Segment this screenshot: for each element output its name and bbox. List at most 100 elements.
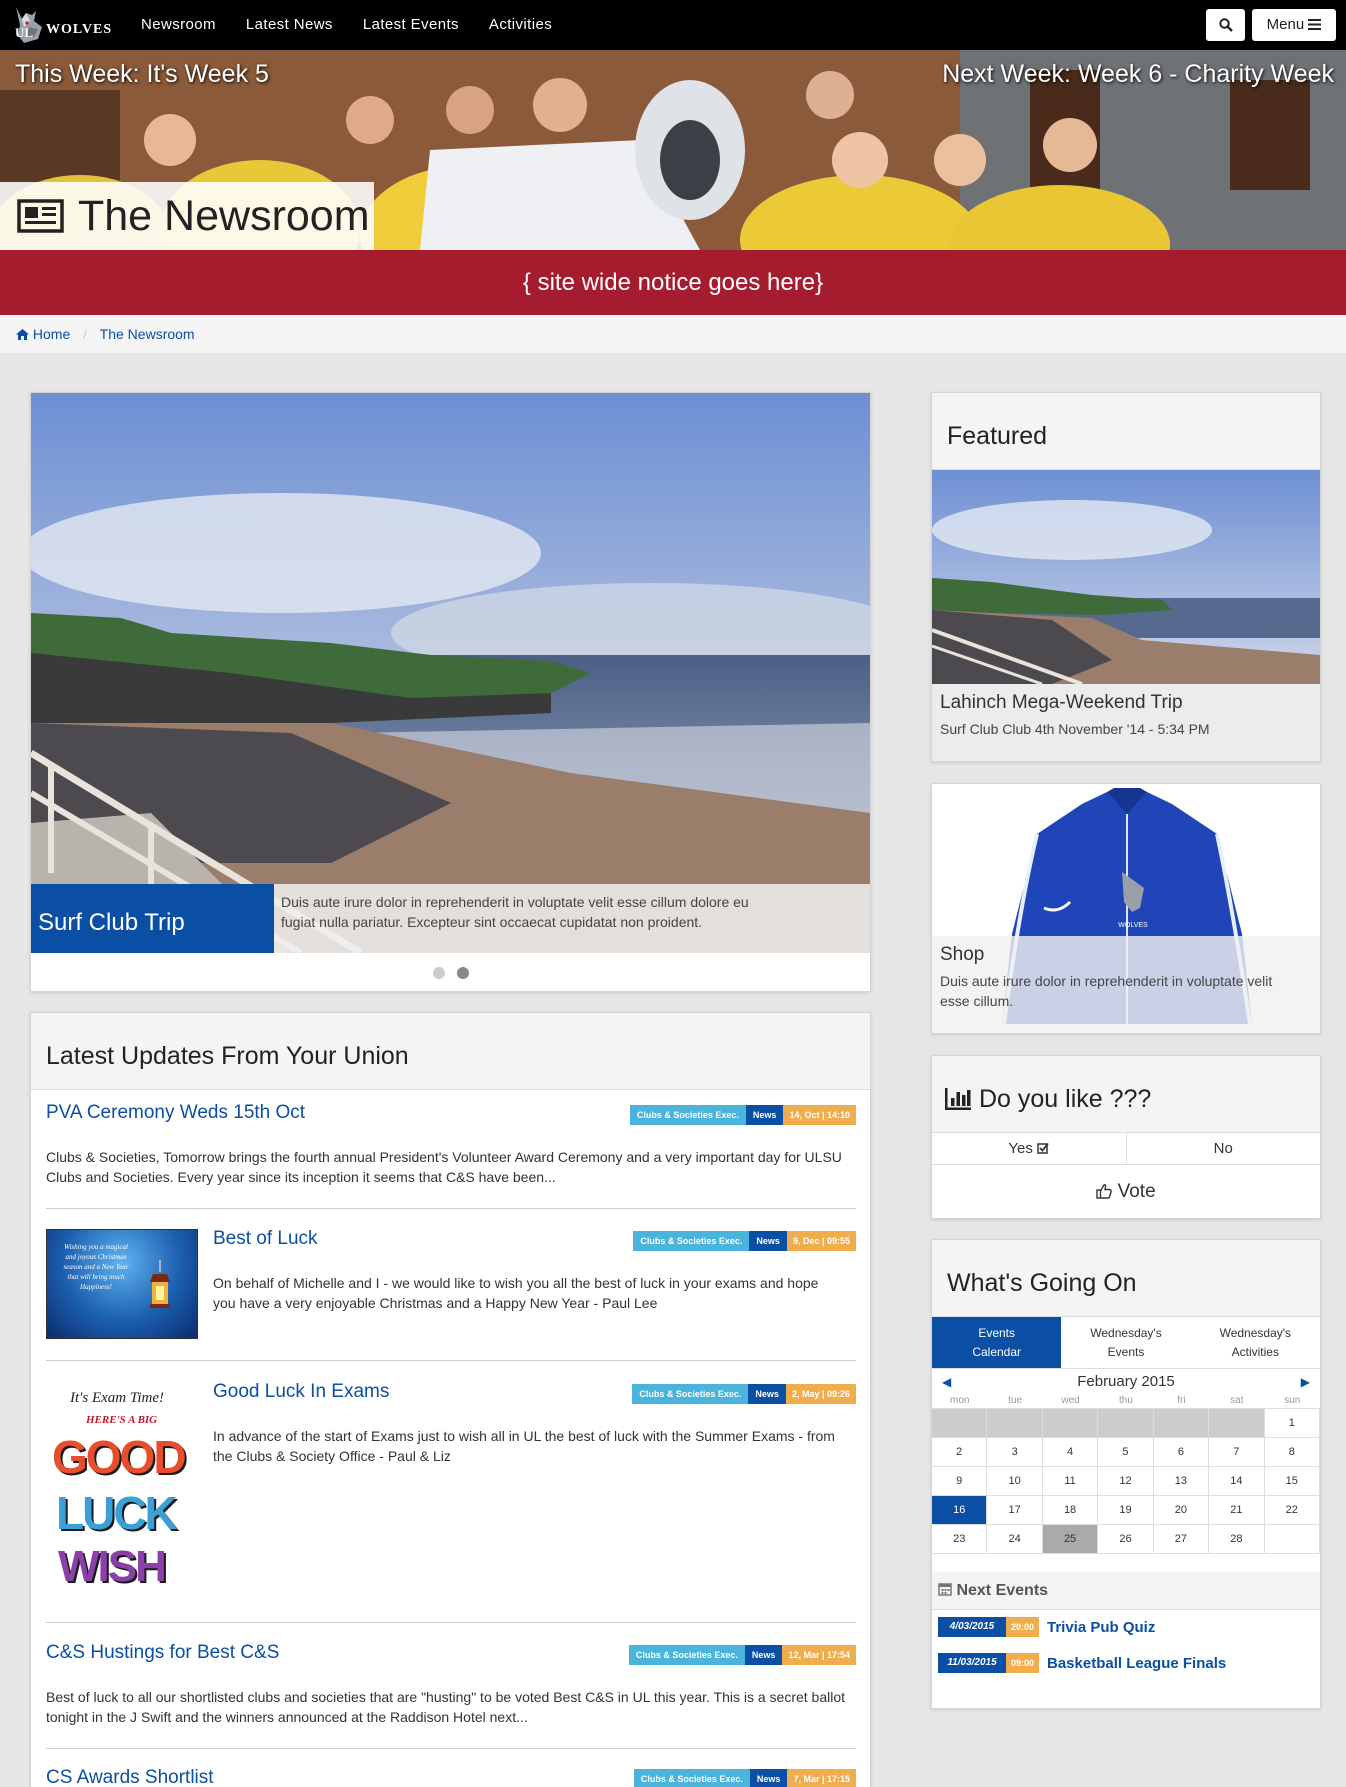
calendar-day[interactable]: 3: [987, 1438, 1043, 1467]
type-badge[interactable]: News: [745, 1105, 784, 1125]
news-item-title[interactable]: Best of Luck: [213, 1228, 318, 1250]
news-item-thumbnail[interactable]: It's Exam Time! HERE'S A BIG GOOD LUCK W…: [46, 1380, 198, 1600]
calendar-day[interactable]: 18: [1042, 1496, 1099, 1525]
featured-image[interactable]: [932, 470, 1320, 684]
featured-panel: Featured Lahinch Mega-Weekend Trip Surf …: [931, 392, 1321, 762]
calendar-day[interactable]: 26: [1098, 1525, 1154, 1554]
calendar-day[interactable]: 24: [987, 1525, 1043, 1554]
type-badge[interactable]: News: [748, 1384, 786, 1404]
calendar-day[interactable]: 23: [932, 1525, 988, 1554]
menu-label: Menu: [1266, 16, 1305, 33]
news-item-thumbnail[interactable]: Wishing you a magical and joyous Christm…: [46, 1229, 198, 1339]
search-button[interactable]: [1206, 9, 1245, 41]
tab-events-calendar[interactable]: Events Calendar: [932, 1317, 1062, 1368]
poll-option-no[interactable]: No: [1125, 1133, 1321, 1164]
type-badge[interactable]: News: [749, 1231, 787, 1251]
featured-heading: Featured: [932, 393, 1320, 470]
calendar-day[interactable]: 20: [1153, 1496, 1210, 1525]
news-item-tags: Clubs & Societies Exec. News 12, Mar | 1…: [628, 1645, 856, 1665]
carousel-dot-1[interactable]: [432, 967, 445, 979]
nav-link-latest-news[interactable]: Latest News: [231, 0, 348, 50]
page-title: The Newsroom: [78, 191, 370, 240]
page-title-box: The Newsroom: [0, 182, 374, 250]
event-name[interactable]: Trivia Pub Quiz: [1047, 1619, 1155, 1636]
hamburger-icon: [1308, 19, 1322, 30]
logo-wolves-text: WOLVES: [46, 22, 113, 37]
calendar-day[interactable]: 5: [1098, 1438, 1154, 1467]
calendar-day[interactable]: 17: [987, 1496, 1043, 1525]
calendar-icon: [938, 1583, 952, 1596]
tab-wednesdays-activities[interactable]: Wednesday's Activities: [1191, 1317, 1320, 1368]
event-time: 09:00: [1006, 1653, 1039, 1673]
shop-title[interactable]: Shop: [940, 944, 1312, 966]
calendar-day[interactable]: 2: [932, 1438, 988, 1467]
shop-panel[interactable]: WOLVES Shop Duis aute irure dolor in rep…: [931, 783, 1321, 1034]
news-item: C&S Hustings for Best C&S Clubs & Societ…: [46, 1623, 856, 1749]
calendar-day[interactable]: 22: [1264, 1496, 1320, 1525]
calendar-day[interactable]: 15: [1264, 1467, 1320, 1496]
news-item: It's Exam Time! HERE'S A BIG GOOD LUCK W…: [46, 1361, 856, 1623]
news-item: CS Awards Shortlist Clubs & Societies Ex…: [46, 1749, 856, 1787]
calendar-day[interactable]: 27: [1153, 1525, 1210, 1554]
carousel-slide-image[interactable]: [31, 393, 870, 953]
carousel-caption-title[interactable]: Surf Club Trip: [31, 884, 274, 953]
category-badge[interactable]: Clubs & Societies Exec.: [633, 1769, 750, 1787]
tab-wednesdays-events[interactable]: Wednesday's Events: [1061, 1317, 1190, 1368]
christmas-card-text: Wishing you a magical and joyous Christm…: [63, 1243, 129, 1291]
calendar-day[interactable]: 14: [1209, 1467, 1265, 1496]
calendar-day[interactable]: 25: [1042, 1525, 1099, 1554]
date-badge: 12, Mar | 17:54: [782, 1645, 856, 1665]
calendar-day[interactable]: 16: [932, 1496, 988, 1525]
calendar-day[interactable]: 12: [1098, 1467, 1154, 1496]
breadcrumb-current[interactable]: The Newsroom: [100, 326, 195, 342]
event-row[interactable]: 11/03/2015 09:00 Basketball League Final…: [938, 1653, 1226, 1673]
carousel-dot-2[interactable]: [456, 967, 469, 979]
nav-link-latest-events[interactable]: Latest Events: [348, 0, 474, 50]
news-item-title[interactable]: C&S Hustings for Best C&S: [46, 1642, 279, 1664]
event-name[interactable]: Basketball League Finals: [1047, 1655, 1226, 1672]
calendar-day[interactable]: 21: [1209, 1496, 1265, 1525]
category-badge[interactable]: Clubs & Societies Exec.: [632, 1384, 749, 1404]
breadcrumb-home[interactable]: Home: [33, 326, 70, 342]
calendar-day[interactable]: 11: [1042, 1467, 1099, 1496]
category-badge[interactable]: Clubs & Societies Exec.: [633, 1231, 750, 1251]
event-date: 11/03/2015: [938, 1653, 1006, 1673]
calendar-grid: 1 2 3 4 5 6 7 8 9 10 11 12 13 14 15 16 17 18 19 20 21 22 23 24 2…: [932, 1408, 1320, 1554]
calendar-day[interactable]: 13: [1153, 1467, 1210, 1496]
nav-link-activities[interactable]: Activities: [474, 0, 567, 50]
calendar-day[interactable]: 7: [1209, 1438, 1265, 1467]
calendar-day[interactable]: 9: [932, 1467, 988, 1496]
poll-option-yes[interactable]: Yes: [932, 1133, 1126, 1164]
date-badge: 2, May | 09:26: [785, 1384, 856, 1404]
calendar-day[interactable]: 28: [1209, 1525, 1265, 1554]
calendar-day[interactable]: 1: [1264, 1409, 1320, 1438]
tab-line-1: Wednesday's: [1090, 1326, 1162, 1340]
shop-caption: Shop Duis aute irure dolor in reprehende…: [932, 936, 1320, 1033]
good-text: GOOD: [52, 1431, 187, 1483]
featured-title[interactable]: Lahinch Mega-Weekend Trip: [940, 692, 1312, 714]
event-row[interactable]: 4/03/2015 20:00 Trivia Pub Quiz: [938, 1617, 1155, 1637]
nav-link-newsroom[interactable]: Newsroom: [126, 0, 231, 50]
category-badge[interactable]: Clubs & Societies Exec.: [629, 1105, 746, 1125]
jacket-logo-text: WOLVES: [1118, 922, 1148, 929]
type-badge[interactable]: News: [749, 1769, 788, 1787]
news-item-title[interactable]: Good Luck In Exams: [213, 1381, 389, 1403]
news-item-title[interactable]: PVA Ceremony Weds 15th Oct: [46, 1102, 305, 1124]
prev-month-icon[interactable]: ◀: [942, 1370, 951, 1394]
calendar-day[interactable]: 6: [1153, 1438, 1210, 1467]
weekday-label: sat: [1230, 1395, 1244, 1406]
calendar-day[interactable]: 10: [987, 1467, 1043, 1496]
tab-line-1: Events: [978, 1326, 1015, 1340]
weekday-label: mon: [949, 1395, 970, 1406]
type-badge[interactable]: News: [744, 1645, 783, 1665]
news-item-title[interactable]: CS Awards Shortlist: [46, 1767, 214, 1787]
ul-wolves-logo[interactable]: UL WOLVES: [10, 5, 113, 45]
menu-button[interactable]: Menu: [1252, 9, 1336, 41]
category-badge[interactable]: Clubs & Societies Exec.: [628, 1645, 745, 1665]
vote-button[interactable]: Vote: [932, 1166, 1320, 1218]
calendar-day[interactable]: 8: [1264, 1438, 1320, 1467]
calendar-empty-cell: [1264, 1525, 1320, 1554]
calendar-day[interactable]: 19: [1098, 1496, 1154, 1525]
calendar-day[interactable]: 4: [1042, 1438, 1099, 1467]
next-month-icon[interactable]: ▶: [1301, 1370, 1310, 1394]
